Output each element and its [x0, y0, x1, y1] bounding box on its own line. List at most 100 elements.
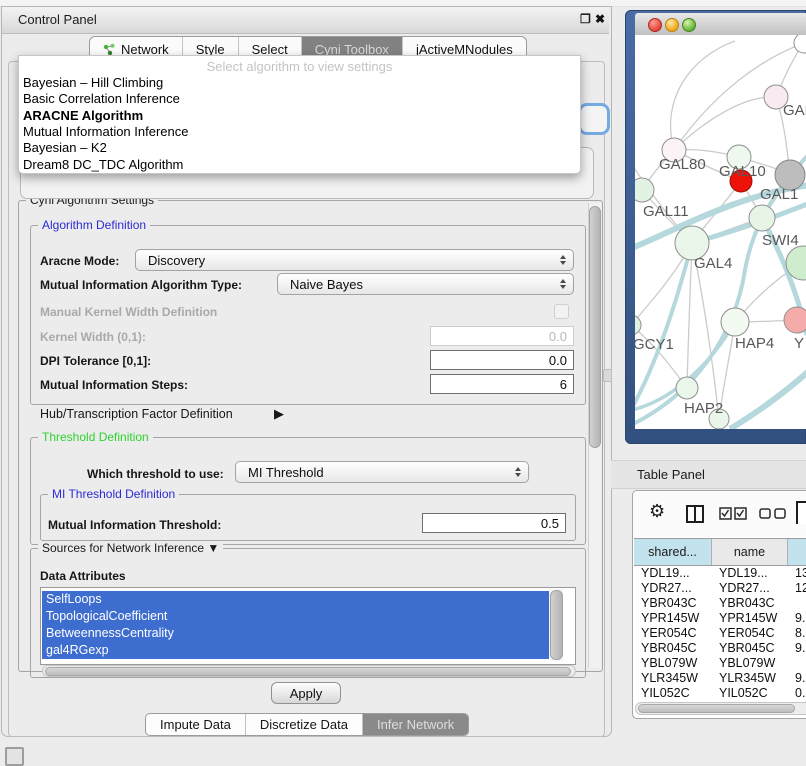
control-panel-title: Control Panel — [18, 12, 97, 27]
close-panel-icon[interactable]: ✖ — [595, 12, 605, 26]
algorithm-option[interactable]: Basic Correlation Inference — [23, 91, 180, 106]
network-edge — [671, 41, 735, 150]
stepper-arrows-icon — [560, 279, 566, 289]
mi-threshold-legend: MI Threshold Definition — [48, 487, 179, 501]
stepper-arrows-icon — [515, 467, 521, 477]
column-header-shared...[interactable]: shared... — [634, 539, 712, 565]
data-attribute-item[interactable]: gal4RGexp — [42, 642, 552, 659]
table-hscrollbar[interactable] — [635, 702, 806, 715]
table-cell: 12 — [788, 581, 806, 596]
algorithm-dropdown-popup: Select algorithm to view settings Bayesi… — [18, 55, 581, 174]
network-graph[interactable]: GALGAL80GAL10GAL1GAL11SWI4GAL4GCY1HAP4YH… — [635, 35, 806, 429]
node-swi4[interactable] — [749, 205, 775, 231]
table-row[interactable]: YDR27...YDR27...12 — [634, 581, 806, 596]
zoom-traffic-light-icon[interactable] — [682, 18, 696, 32]
settings-scrollbar-thumb[interactable] — [589, 206, 601, 448]
select-all-columns-icon[interactable] — [719, 507, 749, 521]
mi-type-combo[interactable]: Naive Bayes — [277, 273, 574, 295]
which-threshold-combo[interactable]: MI Threshold — [235, 461, 529, 483]
table-row[interactable]: YBL079WYBL079W — [634, 656, 806, 671]
network-canvas[interactable]: GALGAL80GAL10GAL1GAL11SWI4GAL4GCY1HAP4YH… — [635, 35, 806, 429]
node-label-gal11: GAL11 — [643, 203, 689, 220]
mi-steps-label: Mutual Information Steps: — [40, 378, 188, 392]
attr-list-vscrollbar[interactable] — [549, 589, 563, 661]
algorithm-option[interactable]: ARACNE Algorithm — [23, 108, 143, 123]
table-row[interactable]: YBR043CYBR043C — [634, 596, 806, 611]
app-root: Control Panel ❐ ✖ NetworkStyleSelectCyni… — [0, 0, 806, 762]
settings-vertical-scrollbar[interactable] — [588, 203, 601, 668]
data-attribute-item[interactable]: SelfLoops — [42, 591, 552, 608]
sources-collapse-arrow-icon[interactable]: ▼ — [207, 541, 219, 555]
data-attribute-item[interactable]: TopologicalCoefficient — [42, 608, 552, 625]
table-panel-title: Table Panel — [637, 467, 705, 482]
table-row[interactable]: YIL052CYIL052C0. — [634, 686, 806, 701]
deselect-all-columns-icon[interactable] — [759, 508, 787, 520]
table-cell: YIL052C — [634, 686, 712, 701]
table-row[interactable]: YER054CYER054C8. — [634, 626, 806, 641]
document-icon[interactable] — [795, 500, 806, 524]
algorithm-option[interactable]: Dream8 DC_TDC Algorithm — [23, 157, 183, 172]
gear-icon[interactable]: ⚙ — [649, 501, 665, 522]
hub-definition-label[interactable]: Hub/Transcription Factor Definition — [40, 407, 233, 421]
hub-expand-arrow-icon[interactable]: ▶ — [274, 406, 284, 422]
table-row[interactable]: YBR045CYBR045C9. — [634, 641, 806, 656]
table-cell: YDL19... — [634, 566, 712, 581]
aracne-mode-value: Discovery — [148, 253, 205, 268]
node-label-y: Y — [794, 335, 804, 352]
table-hthumb[interactable] — [638, 704, 795, 713]
column-header-name[interactable]: name — [712, 539, 788, 565]
table-cell: YBL079W — [712, 656, 788, 671]
table-cell: 0. — [788, 686, 806, 701]
kernel-width-field[interactable] — [430, 326, 574, 346]
table-cell: 9. — [788, 611, 806, 626]
table-cell: YER054C — [634, 626, 712, 641]
attr-list-hthumb[interactable] — [45, 667, 571, 676]
dpi-tolerance-field[interactable] — [430, 350, 574, 370]
node-label-hap4: HAP4 — [735, 335, 774, 352]
minimize-traffic-light-icon[interactable] — [665, 18, 679, 32]
table-panel-titlebar: Table Panel — [611, 460, 806, 489]
column-header-cut[interactable] — [788, 539, 806, 565]
bottom-tab-infer-network[interactable]: Infer Network — [363, 714, 468, 735]
attr-list-vthumb[interactable] — [550, 590, 563, 660]
node-partial-top[interactable] — [794, 35, 806, 53]
network-window-titlebar[interactable] — [635, 13, 806, 36]
table-cell: YIL052C — [712, 686, 788, 701]
node-hap4[interactable] — [721, 308, 749, 336]
table-row[interactable]: YDL19...YDL19...13 — [634, 566, 806, 581]
bottom-tab-discretize-data[interactable]: Discretize Data — [246, 714, 363, 735]
node-gal11[interactable] — [635, 178, 654, 202]
table-cell: YPR145W — [712, 611, 788, 626]
data-attributes-list[interactable]: SelfLoopsTopologicalCoefficientBetweenne… — [40, 587, 576, 665]
panel-divider-handle[interactable] — [603, 369, 612, 382]
attr-list-hscrollbar[interactable] — [42, 665, 576, 677]
algorithm-option[interactable]: Bayesian – Hill Climbing — [23, 75, 163, 90]
table-cell — [788, 596, 806, 611]
close-traffic-light-icon[interactable] — [648, 18, 662, 32]
network-edge — [730, 370, 806, 429]
mi-steps-field[interactable] — [430, 374, 574, 394]
float-panel-icon[interactable]: ❐ — [580, 12, 591, 26]
bottom-tab-impute-data[interactable]: Impute Data — [146, 714, 246, 735]
algorithm-option[interactable]: Bayesian – K2 — [23, 140, 107, 155]
node-label-gcy1: GCY1 — [635, 336, 674, 353]
node-hap2[interactable] — [676, 377, 698, 399]
node-pink-right[interactable] — [784, 307, 806, 333]
algorithm-option[interactable]: Mutual Information Inference — [23, 124, 188, 139]
table-window: ⚙ shared...name YDL19...YDL19...13YDR27.… — [632, 490, 806, 719]
mi-threshold-field[interactable] — [422, 513, 566, 533]
collapsed-panel-button[interactable] — [5, 747, 24, 766]
table-row[interactable]: YPR145WYPR145W9. — [634, 611, 806, 626]
table-cell: YDR27... — [634, 581, 712, 596]
aracne-mode-combo[interactable]: Discovery — [135, 249, 574, 271]
table-cell: YBL079W — [634, 656, 712, 671]
table-row[interactable]: YLR345WYLR345W9. — [634, 671, 806, 686]
kernel-width-label: Kernel Width (0,1): — [40, 330, 146, 344]
table-cell: YLR345W — [634, 671, 712, 686]
manual-kernel-checkbox[interactable] — [554, 304, 569, 319]
split-columns-icon[interactable] — [685, 504, 705, 524]
data-attribute-item[interactable]: BetweennessCentrality — [42, 625, 552, 642]
hidden-focused-combo-fragment — [578, 103, 610, 135]
apply-button[interactable]: Apply — [271, 682, 341, 704]
node-gcy1[interactable] — [635, 315, 641, 335]
